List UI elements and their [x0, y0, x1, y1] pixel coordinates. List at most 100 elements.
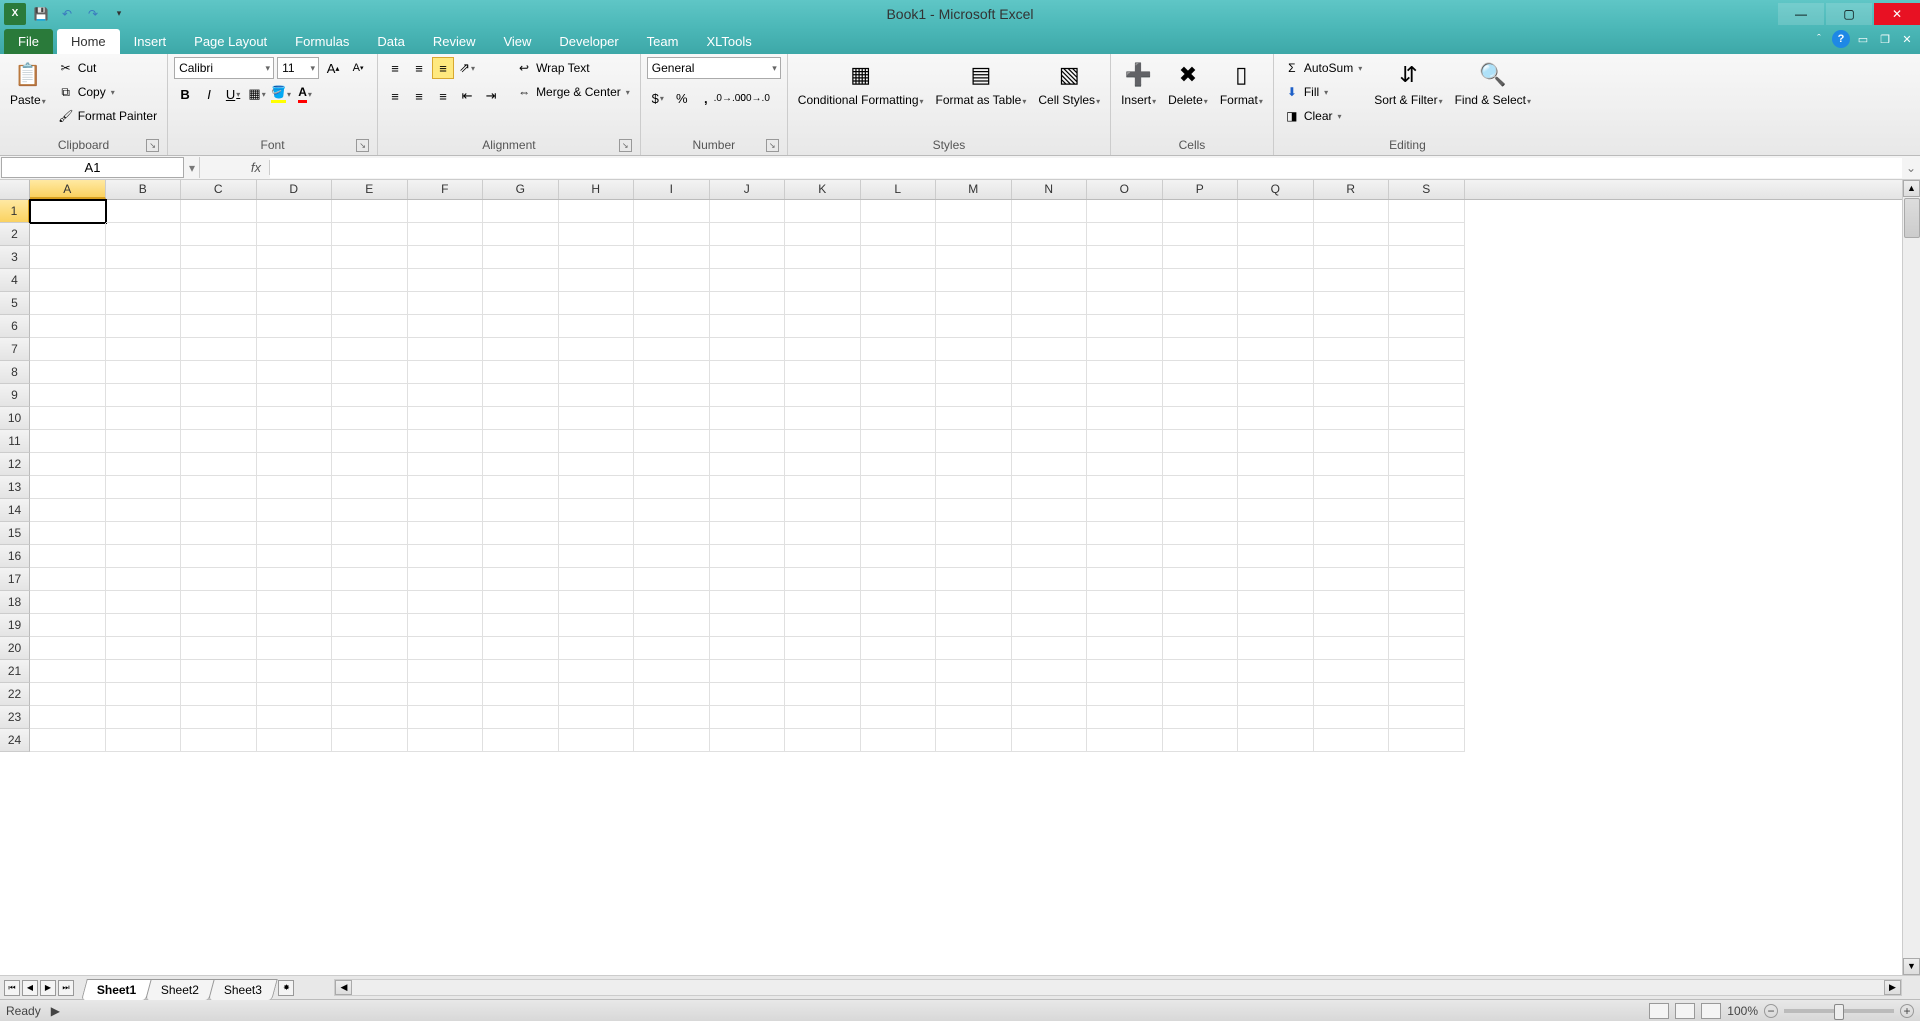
cell-S13[interactable]	[1389, 476, 1465, 499]
cell-I7[interactable]	[634, 338, 710, 361]
cell-I24[interactable]	[634, 729, 710, 752]
cell-A3[interactable]	[30, 246, 106, 269]
zoom-level[interactable]: 100%	[1727, 1004, 1758, 1018]
fill-button[interactable]: ⬇Fill▾	[1280, 81, 1366, 103]
conditional-formatting-button[interactable]: ▦Conditional Formatting▾	[794, 57, 928, 110]
cell-K6[interactable]	[785, 315, 861, 338]
cell-R12[interactable]	[1314, 453, 1390, 476]
cell-O24[interactable]	[1087, 729, 1163, 752]
increase-indent-icon[interactable]: ⇥	[480, 85, 502, 107]
cell-P1[interactable]	[1163, 200, 1239, 223]
cell-R18[interactable]	[1314, 591, 1390, 614]
border-button[interactable]: ▦▾	[246, 83, 268, 105]
cell-G20[interactable]	[483, 637, 559, 660]
zoom-in-icon[interactable]: +	[1900, 1004, 1914, 1018]
cell-K14[interactable]	[785, 499, 861, 522]
cell-G6[interactable]	[483, 315, 559, 338]
cell-M16[interactable]	[936, 545, 1012, 568]
cell-Q15[interactable]	[1238, 522, 1314, 545]
cell-E8[interactable]	[332, 361, 408, 384]
cell-G8[interactable]	[483, 361, 559, 384]
ribbon-minimize-hint-icon[interactable]: ˆ	[1810, 30, 1828, 48]
cell-A12[interactable]	[30, 453, 106, 476]
cell-R24[interactable]	[1314, 729, 1390, 752]
cell-M18[interactable]	[936, 591, 1012, 614]
cell-M17[interactable]	[936, 568, 1012, 591]
cell-B17[interactable]	[106, 568, 182, 591]
cell-D5[interactable]	[257, 292, 333, 315]
cell-S15[interactable]	[1389, 522, 1465, 545]
cell-E9[interactable]	[332, 384, 408, 407]
cell-Q8[interactable]	[1238, 361, 1314, 384]
cell-M23[interactable]	[936, 706, 1012, 729]
cell-O11[interactable]	[1087, 430, 1163, 453]
find-select-button[interactable]: 🔍Find & Select▾	[1451, 57, 1535, 110]
cell-M12[interactable]	[936, 453, 1012, 476]
cell-Q22[interactable]	[1238, 683, 1314, 706]
row-header-15[interactable]: 15	[0, 522, 30, 545]
fx-icon[interactable]: fx	[200, 160, 270, 175]
column-header-P[interactable]: P	[1163, 180, 1239, 199]
cell-Q4[interactable]	[1238, 269, 1314, 292]
cell-S22[interactable]	[1389, 683, 1465, 706]
cell-H10[interactable]	[559, 407, 635, 430]
cell-S17[interactable]	[1389, 568, 1465, 591]
cell-N15[interactable]	[1012, 522, 1088, 545]
cell-G16[interactable]	[483, 545, 559, 568]
align-center-icon[interactable]: ≡	[408, 85, 430, 107]
clipboard-dialog-launcher[interactable]: ↘	[146, 139, 159, 152]
row-header-8[interactable]: 8	[0, 361, 30, 384]
cell-J9[interactable]	[710, 384, 786, 407]
row-header-22[interactable]: 22	[0, 683, 30, 706]
cell-G2[interactable]	[483, 223, 559, 246]
cell-E20[interactable]	[332, 637, 408, 660]
sheet-tab-sheet3[interactable]: Sheet3	[209, 979, 279, 1000]
cell-F22[interactable]	[408, 683, 484, 706]
cell-L15[interactable]	[861, 522, 937, 545]
cell-I1[interactable]	[634, 200, 710, 223]
cell-J1[interactable]	[710, 200, 786, 223]
cell-C7[interactable]	[181, 338, 257, 361]
cell-L21[interactable]	[861, 660, 937, 683]
cell-L11[interactable]	[861, 430, 937, 453]
cell-H9[interactable]	[559, 384, 635, 407]
cut-button[interactable]: ✂Cut	[54, 57, 161, 79]
cell-O16[interactable]	[1087, 545, 1163, 568]
cell-J15[interactable]	[710, 522, 786, 545]
cell-K4[interactable]	[785, 269, 861, 292]
cell-O14[interactable]	[1087, 499, 1163, 522]
cell-E16[interactable]	[332, 545, 408, 568]
cell-A4[interactable]	[30, 269, 106, 292]
cell-E15[interactable]	[332, 522, 408, 545]
fill-color-button[interactable]: 🪣▾	[270, 83, 292, 105]
cell-B5[interactable]	[106, 292, 182, 315]
cell-A5[interactable]	[30, 292, 106, 315]
cell-D10[interactable]	[257, 407, 333, 430]
cell-K16[interactable]	[785, 545, 861, 568]
cell-H1[interactable]	[559, 200, 635, 223]
cell-C11[interactable]	[181, 430, 257, 453]
cell-D18[interactable]	[257, 591, 333, 614]
cell-Q1[interactable]	[1238, 200, 1314, 223]
cell-I18[interactable]	[634, 591, 710, 614]
cell-N9[interactable]	[1012, 384, 1088, 407]
paste-button[interactable]: 📋 Paste▾	[6, 57, 50, 110]
column-header-J[interactable]: J	[710, 180, 786, 199]
cell-N22[interactable]	[1012, 683, 1088, 706]
cell-I19[interactable]	[634, 614, 710, 637]
cell-G10[interactable]	[483, 407, 559, 430]
name-box[interactable]	[2, 158, 183, 177]
cell-P13[interactable]	[1163, 476, 1239, 499]
cell-G5[interactable]	[483, 292, 559, 315]
cell-G24[interactable]	[483, 729, 559, 752]
cell-C12[interactable]	[181, 453, 257, 476]
page-break-view-icon[interactable]	[1701, 1003, 1721, 1019]
cell-S3[interactable]	[1389, 246, 1465, 269]
cell-A6[interactable]	[30, 315, 106, 338]
cell-S4[interactable]	[1389, 269, 1465, 292]
cell-G23[interactable]	[483, 706, 559, 729]
cell-N18[interactable]	[1012, 591, 1088, 614]
cell-F13[interactable]	[408, 476, 484, 499]
cell-H15[interactable]	[559, 522, 635, 545]
cell-B24[interactable]	[106, 729, 182, 752]
